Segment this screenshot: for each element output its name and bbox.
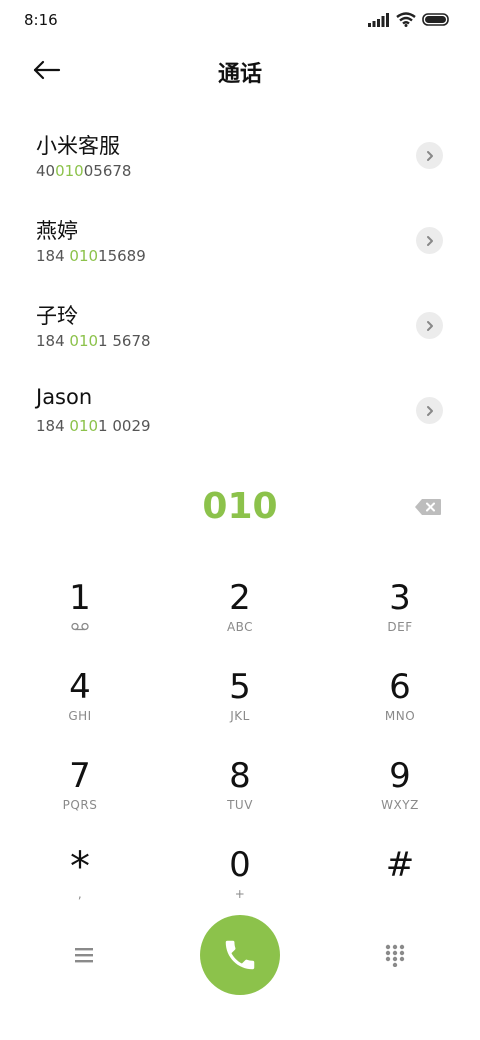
contact-row[interactable]: 燕婷 184 01015689 bbox=[0, 197, 480, 282]
key-1[interactable]: 1 bbox=[20, 578, 140, 658]
key-digit: 0 bbox=[229, 845, 251, 885]
contact-detail-button[interactable] bbox=[416, 397, 443, 424]
backspace-icon bbox=[415, 499, 441, 515]
key-digit: 6 bbox=[389, 667, 411, 707]
battery-icon bbox=[422, 13, 449, 26]
key-letters: DEF bbox=[387, 620, 413, 634]
key-letters: MNO bbox=[384, 709, 416, 723]
chevron-right-icon bbox=[426, 320, 433, 331]
contact-row[interactable]: Jason 184 0101 0029 bbox=[0, 367, 480, 452]
key-6[interactable]: 6 MNO bbox=[340, 667, 460, 747]
contact-row[interactable]: 子玲 184 0101 5678 bbox=[0, 282, 480, 367]
call-button[interactable] bbox=[200, 915, 280, 995]
contact-detail-button[interactable] bbox=[416, 227, 443, 254]
key-digit: 1 bbox=[69, 578, 91, 618]
key-letters: GHI bbox=[68, 709, 92, 723]
voicemail-icon bbox=[71, 622, 89, 631]
key-digit: 7 bbox=[69, 756, 91, 796]
key-letters: JKL bbox=[230, 709, 250, 723]
menu-button[interactable] bbox=[73, 945, 97, 965]
key-4[interactable]: 4 GHI bbox=[20, 667, 140, 747]
key-digit: * bbox=[70, 844, 90, 890]
key-8[interactable]: 8 TUV bbox=[180, 756, 300, 836]
key-letters bbox=[20, 620, 140, 634]
key-hash[interactable]: # bbox=[340, 845, 460, 925]
chevron-right-icon bbox=[426, 235, 433, 246]
key-letters: WXYZ bbox=[381, 798, 419, 812]
contact-detail-button[interactable] bbox=[416, 312, 443, 339]
key-5[interactable]: 5 JKL bbox=[180, 667, 300, 747]
contact-name: 小米客服 bbox=[36, 134, 120, 158]
page-title: 通话 bbox=[217, 62, 262, 87]
contact-number: 184 0101 0029 bbox=[36, 417, 151, 435]
contact-match-list: 小米客服 4001005678 燕婷 184 01015689 子玲 184 0… bbox=[0, 112, 480, 452]
key-digit: 8 bbox=[229, 756, 251, 796]
status-bar: 8:16 bbox=[0, 0, 480, 40]
key-digit: 4 bbox=[69, 667, 91, 707]
key-letters: TUV bbox=[227, 798, 253, 812]
wifi-icon bbox=[396, 12, 416, 27]
key-letters: PQRS bbox=[62, 798, 98, 812]
key-digit: 9 bbox=[389, 756, 411, 796]
key-letters: ABC bbox=[226, 620, 254, 634]
dialpad-toggle-button[interactable] bbox=[384, 943, 406, 968]
dialpad-icon bbox=[385, 944, 405, 968]
key-2[interactable]: 2 ABC bbox=[180, 578, 300, 658]
key-digit: 2 bbox=[229, 578, 251, 618]
chevron-right-icon bbox=[426, 405, 433, 416]
phone-icon bbox=[225, 940, 255, 970]
contact-number: 184 0101 5678 bbox=[36, 332, 151, 350]
key-digit: 5 bbox=[229, 667, 251, 707]
contact-name: Jason bbox=[36, 385, 93, 409]
contact-number: 184 01015689 bbox=[36, 247, 146, 265]
key-digit: # bbox=[385, 845, 415, 885]
key-star[interactable]: * , bbox=[20, 845, 140, 925]
chevron-right-icon bbox=[426, 150, 433, 161]
backspace-button[interactable] bbox=[414, 498, 442, 516]
status-icons bbox=[368, 12, 450, 27]
dialed-number: 010 bbox=[202, 486, 278, 527]
header: 通话 bbox=[0, 40, 480, 100]
contact-row[interactable]: 小米客服 4001005678 bbox=[0, 112, 480, 197]
key-0[interactable]: 0 + bbox=[180, 845, 300, 925]
menu-icon bbox=[75, 948, 93, 963]
key-3[interactable]: 3 DEF bbox=[340, 578, 460, 658]
bottom-action-bar bbox=[0, 915, 480, 995]
contact-name: 子玲 bbox=[36, 304, 78, 328]
contact-name: 燕婷 bbox=[36, 219, 78, 243]
status-time: 8:16 bbox=[24, 11, 58, 29]
key-letters: , bbox=[77, 887, 83, 901]
contact-number: 4001005678 bbox=[36, 162, 132, 180]
signal-icon bbox=[368, 12, 389, 27]
key-9[interactable]: 9 WXYZ bbox=[340, 756, 460, 836]
key-letters: + bbox=[234, 887, 246, 901]
contact-detail-button[interactable] bbox=[416, 142, 443, 169]
key-7[interactable]: 7 PQRS bbox=[20, 756, 140, 836]
key-digit: 3 bbox=[389, 578, 411, 618]
